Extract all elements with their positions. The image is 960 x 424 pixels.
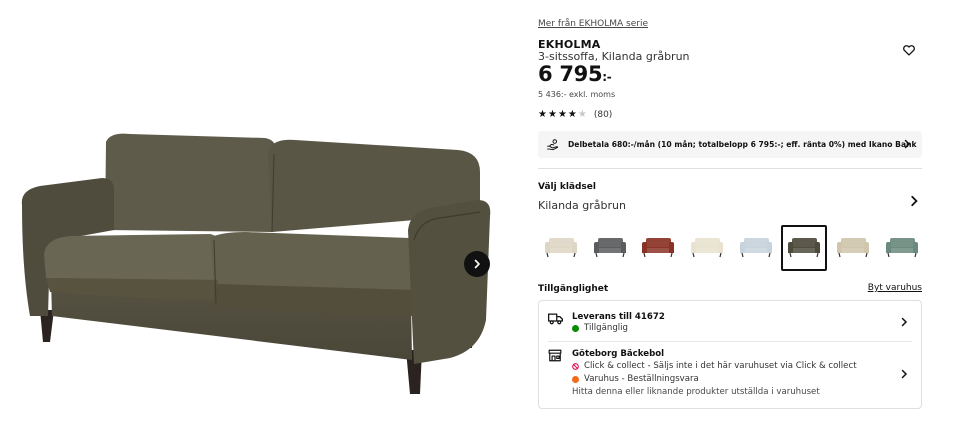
delivery-row[interactable]: Leverans till 41672 Tillgänglig (539, 301, 921, 341)
delivery-status: Tillgänglig (572, 323, 628, 333)
click-collect-text: Click & collect - Säljs inte i det här v… (584, 361, 857, 371)
store-row[interactable]: Göteborg Bäckebol Click & collect - Sälj… (539, 342, 921, 408)
series-link[interactable]: Mer från EKHOLMA serie (538, 19, 648, 29)
favorite-button[interactable] (902, 42, 918, 58)
upholstery-label: Välj klädsel (538, 182, 596, 192)
divider (538, 168, 922, 169)
change-store-link[interactable]: Byt varuhus (868, 283, 922, 293)
price-suffix: :- (602, 70, 612, 84)
price-excl-vat: 5 436:- exkl. moms (538, 90, 616, 99)
delivery-title: Leverans till 41672 (572, 312, 665, 322)
store-stock-status: Varuhus - Beställningsvara (572, 374, 699, 384)
upholstery-swatch[interactable] (587, 225, 633, 271)
availability-label: Tillgänglighet (538, 284, 609, 294)
sofa-thumbnail (691, 238, 724, 258)
sofa-thumbnail (642, 238, 675, 258)
star-empty-icon: ★ (577, 109, 587, 120)
rating-count: (80) (593, 110, 613, 120)
finance-text: Delbetala 680:-/mån (10 mån; totalbelopp… (568, 140, 917, 149)
heart-outline-icon (903, 45, 915, 56)
not-available-icon (572, 362, 579, 370)
truck-icon (548, 313, 563, 325)
finance-banner[interactable]: Delbetala 680:-/mån (10 mån; totalbelopp… (538, 131, 922, 158)
chevron-right-icon (901, 369, 908, 379)
product-price: 6 795:- (538, 62, 612, 86)
star-icon: ★ (557, 109, 567, 120)
sofa-thumbnail (788, 238, 821, 258)
delivery-status-text: Tillgänglig (584, 323, 629, 333)
upholstery-swatch[interactable] (635, 225, 681, 271)
hand-coins-icon (547, 138, 559, 150)
status-dot (572, 324, 579, 332)
next-image-button[interactable] (464, 251, 490, 277)
upholstery-swatch[interactable] (830, 225, 876, 271)
click-collect-status: Click & collect - Säljs inte i det här v… (572, 361, 857, 371)
upholstery-swatch[interactable] (879, 225, 925, 271)
chevron-right-icon (904, 139, 911, 149)
star-icon: ★ (567, 109, 577, 120)
chevron-right-icon (474, 259, 480, 269)
upholstery-swatches (538, 225, 928, 271)
star-icon: ★ (538, 109, 547, 120)
chevron-right-icon (911, 195, 918, 207)
sofa-thumbnail (837, 238, 870, 258)
upholstery-swatch[interactable] (684, 225, 730, 271)
sofa-thumbnail (885, 238, 918, 258)
selected-upholstery-name: Kilanda gråbrun (538, 199, 626, 212)
sofa-thumbnail (739, 238, 772, 258)
sofa-thumbnail (545, 238, 577, 258)
sofa-thumbnail (593, 238, 626, 258)
upholstery-more-button[interactable] (908, 192, 920, 211)
availability-box: Leverans till 41672 Tillgänglig Göteborg… (538, 300, 922, 409)
product-image-gallery (0, 0, 500, 424)
upholstery-swatch[interactable] (538, 225, 584, 271)
sofa-image (21, 133, 491, 394)
upholstery-swatch[interactable] (781, 225, 828, 271)
store-title: Göteborg Bäckebol (572, 349, 665, 359)
store-stock-text: Varuhus - Beställningsvara (584, 374, 699, 384)
chevron-right-icon (901, 317, 908, 327)
status-dot (572, 375, 579, 383)
store-note: Hitta denna eller liknande produkter uts… (572, 387, 820, 397)
star-icon: ★ (547, 109, 557, 120)
price-main: 6 795 (538, 62, 603, 86)
store-icon (548, 349, 562, 362)
rating[interactable]: ★ ★ ★ ★ ★ (80) (538, 109, 612, 121)
upholstery-swatch[interactable] (733, 225, 779, 271)
